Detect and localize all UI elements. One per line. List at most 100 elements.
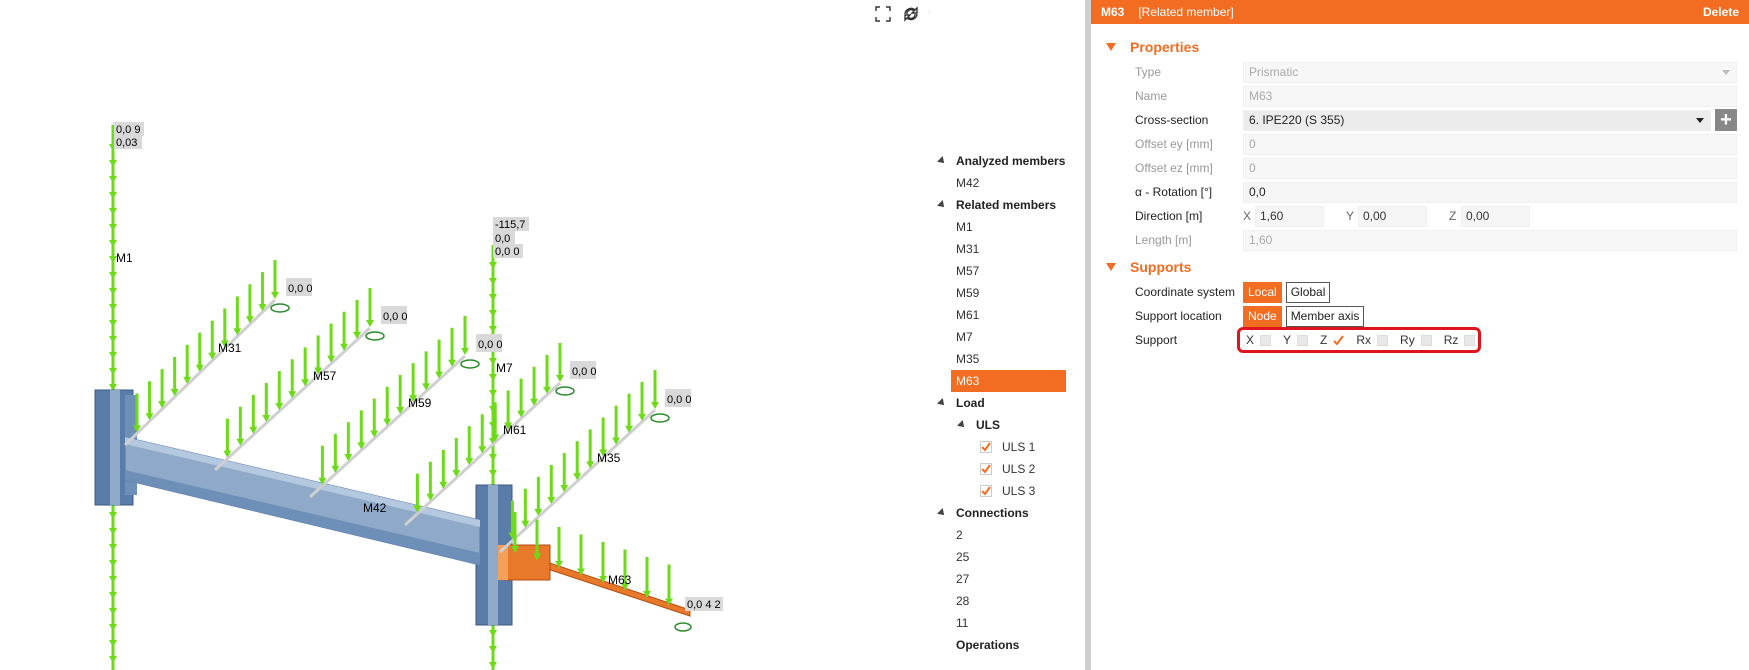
svg-text:0,0 0: 0,0 0 (572, 366, 596, 378)
zoom-extents-icon[interactable] (870, 2, 896, 26)
svg-text:0,0 9: 0,0 9 (116, 124, 140, 136)
support-location-row: Support location Node Member axis (1091, 304, 1749, 328)
coord-local-button[interactable]: Local (1243, 281, 1282, 303)
panel-header: M63 [Related member] Delete (1091, 0, 1749, 24)
label-m42: M42 (363, 501, 387, 515)
supports-title: Supports (1130, 259, 1192, 275)
name-field: M63 (1243, 85, 1737, 107)
svg-text:0,0: 0,0 (495, 233, 510, 245)
tree-item-m7[interactable]: M7 (930, 326, 1070, 348)
rotation-row: α - Rotation [°] 0,0 (1091, 180, 1749, 204)
tree-item-m35[interactable]: M35 (930, 348, 1070, 370)
direction-x-field[interactable]: 1,60 (1255, 205, 1324, 227)
tree-header-related[interactable]: Related members (930, 194, 1070, 216)
tree-item-connection-27[interactable]: 27 (930, 568, 1070, 590)
tree-item-m42[interactable]: M42 (930, 172, 1070, 194)
column-m7[interactable] (475, 245, 513, 670)
tree-item-m61[interactable]: M61 (930, 304, 1070, 326)
tree-header-uls[interactable]: ULS (930, 414, 1070, 436)
support-ry[interactable]: Ry (1400, 333, 1432, 347)
direction-y-field[interactable]: 0,00 (1358, 205, 1427, 227)
tree-item-uls3[interactable]: ULS 3 (930, 480, 1070, 502)
viewport-toolbar (870, 2, 930, 26)
model-scene[interactable]: M1 M31 M57 M59 M7 M61 M35 M42 M63 0,0 9 … (0, 0, 930, 670)
checkbox-checked-icon[interactable] (980, 463, 992, 475)
cross-section-row: Cross-section 6. IPE220 (S 355) + (1091, 108, 1749, 132)
support-z[interactable]: Z (1320, 333, 1345, 347)
tree-header-load[interactable]: Load (930, 392, 1070, 414)
coord-global-button[interactable]: Global (1285, 281, 1331, 303)
tree-item-connection-28[interactable]: 28 (930, 590, 1070, 612)
tree-item-m31[interactable]: M31 (930, 238, 1070, 260)
properties-section-header[interactable]: Properties (1091, 34, 1749, 60)
svg-text:-115,7: -115,7 (495, 219, 525, 231)
tree-item-uls2[interactable]: ULS 2 (930, 458, 1070, 480)
offset-ez-field: 0 (1243, 157, 1737, 179)
cross-section-select[interactable]: 6. IPE220 (S 355) (1243, 109, 1711, 131)
collapse-arrow-icon[interactable] (1106, 43, 1116, 51)
supports-section-header[interactable]: Supports (1091, 254, 1749, 280)
coordinate-system-row: Coordinate system Local Global (1091, 280, 1749, 304)
member-m63-selected[interactable] (498, 544, 691, 617)
tree-item-uls1[interactable]: ULS 1 (930, 436, 1070, 458)
length-field: 1,60 (1243, 229, 1737, 251)
svg-text:0,0 0: 0,0 0 (383, 311, 407, 323)
tree-header-connections[interactable]: Connections (930, 502, 1070, 524)
name-row: Name M63 (1091, 84, 1749, 108)
checkbox-rz[interactable] (1464, 334, 1476, 346)
tree-item-m59[interactable]: M59 (930, 282, 1070, 304)
support-rx[interactable]: Rx (1356, 333, 1389, 347)
location-node-button[interactable]: Node (1243, 305, 1282, 327)
label-m35: M35 (597, 451, 621, 465)
view-mode-dropdown-icon[interactable] (926, 2, 930, 26)
label-m57: M57 (313, 369, 337, 383)
svg-text:0,0 0: 0,0 0 (478, 339, 502, 351)
length-row: Length [m] 1,60 (1091, 228, 1749, 252)
direction-z-field[interactable]: 0,00 (1461, 205, 1530, 227)
support-x[interactable]: X (1246, 333, 1272, 347)
add-cross-section-button[interactable]: + (1715, 109, 1737, 131)
svg-text:0,0 0: 0,0 0 (667, 394, 691, 406)
checkbox-checked-icon[interactable] (980, 485, 992, 497)
checkmark-icon (1333, 334, 1345, 346)
label-m63: M63 (608, 573, 632, 587)
checkbox-y[interactable] (1297, 334, 1309, 346)
rotate-icon[interactable] (898, 2, 924, 26)
chevron-down-icon (1696, 117, 1704, 123)
rotation-field[interactable]: 0,0 (1243, 181, 1737, 203)
checkbox-rx[interactable] (1377, 334, 1389, 346)
support-y[interactable]: Y (1283, 333, 1309, 347)
offset-ez-row: Offset ez [mm] 0 (1091, 156, 1749, 180)
delete-button[interactable]: Delete (1703, 5, 1739, 19)
tree-header-operations[interactable]: Operations (930, 634, 1070, 656)
svg-text:0,0 0: 0,0 0 (495, 246, 519, 258)
properties-panel: M63 [Related member] Delete Properties T… (1091, 0, 1749, 670)
member-role: [Related member] (1138, 5, 1234, 19)
3d-viewport[interactable]: M1 M31 M57 M59 M7 M61 M35 M42 M63 0,0 9 … (0, 0, 930, 670)
tree-header-analyzed[interactable]: Analyzed members (930, 150, 1070, 172)
svg-text:0,03: 0,03 (116, 137, 137, 149)
tree-item-connection-11[interactable]: 11 (930, 612, 1070, 634)
chevron-down-icon (1722, 69, 1730, 75)
checkbox-z-checked[interactable] (1333, 334, 1345, 346)
svg-text:0,0 4 2: 0,0 4 2 (687, 599, 721, 611)
tree-item-m1[interactable]: M1 (930, 216, 1070, 238)
label-m7: M7 (496, 361, 513, 375)
beam-m42[interactable] (124, 436, 481, 566)
model-tree: Analyzed members M42 Related members M1 … (930, 150, 1070, 656)
checkbox-ry[interactable] (1420, 334, 1432, 346)
column-m1[interactable] (94, 125, 137, 670)
tree-item-m63-selected[interactable]: M63 (951, 370, 1066, 392)
checkbox-checked-icon[interactable] (980, 441, 992, 453)
label-m1: M1 (116, 251, 133, 265)
tree-item-connection-2[interactable]: 2 (930, 524, 1070, 546)
tree-item-m57[interactable]: M57 (930, 260, 1070, 282)
checkbox-x[interactable] (1260, 334, 1272, 346)
support-row: Support X Y Z Rx Ry Rz (1091, 327, 1749, 353)
location-member-axis-button[interactable]: Member axis (1285, 305, 1365, 327)
collapse-arrow-icon[interactable] (1106, 263, 1116, 271)
support-rz[interactable]: Rz (1444, 333, 1476, 347)
support-dof-highlight: X Y Z Rx Ry Rz (1237, 327, 1481, 353)
offset-ey-field: 0 (1243, 133, 1737, 155)
tree-item-connection-25[interactable]: 25 (930, 546, 1070, 568)
